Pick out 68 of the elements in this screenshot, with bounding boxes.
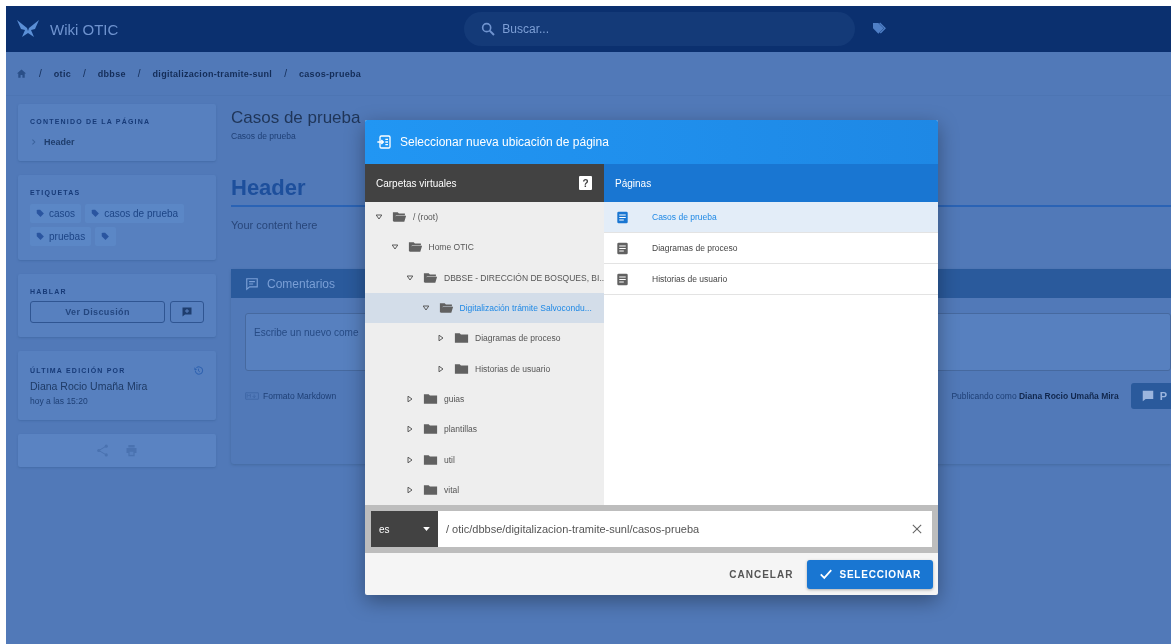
caret-right-icon[interactable] <box>406 455 414 464</box>
folder-item[interactable]: plantillas <box>365 414 604 445</box>
clear-icon[interactable] <box>912 524 922 534</box>
folder-icon <box>423 423 438 436</box>
document-icon <box>616 210 629 224</box>
folder-item[interactable]: Historias de usuario <box>365 353 604 384</box>
folder-icon <box>423 453 438 466</box>
caret-right-icon[interactable] <box>437 334 445 343</box>
caret-down-icon[interactable] <box>390 243 399 252</box>
help-badge[interactable]: ? <box>579 176 592 190</box>
caret-down-icon[interactable] <box>406 273 414 282</box>
caret-right-icon[interactable] <box>406 485 414 494</box>
document-icon <box>616 241 629 255</box>
folder-item[interactable]: util <box>365 444 604 475</box>
folder-icon <box>454 332 469 345</box>
folder-item[interactable]: vital <box>365 474 604 505</box>
comment-icon <box>245 276 259 291</box>
folder-item[interactable]: guias <box>365 383 604 415</box>
cancel-button[interactable]: CANCELAR <box>725 562 798 586</box>
locale-select[interactable]: es <box>371 511 438 547</box>
tag-icon <box>91 209 101 218</box>
content-text: Your content here <box>231 219 319 231</box>
folder-icon <box>423 392 438 405</box>
tag-icon <box>101 232 111 241</box>
folder-item[interactable]: DBBSE - DIRECCIÓN DE BOSQUES, BI... <box>365 262 604 293</box>
tag-icon <box>36 232 45 241</box>
select-button[interactable]: SELECCIONAR <box>807 559 933 589</box>
folder-item[interactable]: Diagramas de proceso <box>365 323 604 354</box>
new-comment-button[interactable] <box>170 301 204 323</box>
path-field[interactable]: / otic/dbbse/digitalizacion-tramite-sunl/casos-prueba <box>438 511 932 547</box>
caret-down-icon[interactable] <box>421 304 430 313</box>
document-icon <box>616 272 629 286</box>
page-item[interactable]: Historias de usuario <box>604 264 938 295</box>
comment-icon <box>1140 389 1155 403</box>
wiki-title[interactable]: Wiki OTIC <box>50 20 119 38</box>
tag-icon <box>36 209 45 218</box>
folder-item[interactable]: Home OTIC <box>365 232 604 263</box>
move-icon <box>376 134 392 150</box>
page-title: Casos de prueba <box>231 108 362 128</box>
caret-right-icon[interactable] <box>406 394 414 403</box>
breadcrumb-separator: / <box>39 68 42 79</box>
search-icon <box>480 21 497 37</box>
butterfly-logo-icon <box>16 19 40 39</box>
folder-icon <box>454 362 469 375</box>
caret-right-icon[interactable] <box>437 364 445 373</box>
folder-icon <box>423 483 438 496</box>
comments-title: Comentarios <box>267 276 336 291</box>
author-name: Diana Rocio Umaña Mira <box>30 380 149 392</box>
breadcrumb-separator: / <box>83 68 86 79</box>
dialog-title: Seleccionar nueva ubicación de página <box>400 135 609 149</box>
open-folder-icon <box>392 211 407 224</box>
pages-title: Páginas <box>615 177 652 189</box>
page-item[interactable]: Diagramas de proceso <box>604 233 938 264</box>
chevron-icon <box>30 138 38 146</box>
check-icon <box>819 567 834 581</box>
dropdown-caret-icon <box>423 527 430 531</box>
breadcrumb-separator: / <box>284 68 287 79</box>
open-folder-icon <box>407 241 423 254</box>
search-field[interactable]: Buscar... <box>464 12 856 46</box>
comment-plus-icon <box>181 306 193 318</box>
folders-title: Carpetas virtuales <box>376 177 457 189</box>
open-folder-icon <box>423 271 438 284</box>
caret-right-icon[interactable] <box>406 425 414 434</box>
breadcrumb-separator: / <box>137 68 141 79</box>
markdown-label: Formato Markdown <box>263 391 337 401</box>
edit-time: hoy a las 15:20 <box>30 396 89 406</box>
open-folder-icon <box>438 302 454 315</box>
caret-down-icon[interactable] <box>375 213 383 222</box>
